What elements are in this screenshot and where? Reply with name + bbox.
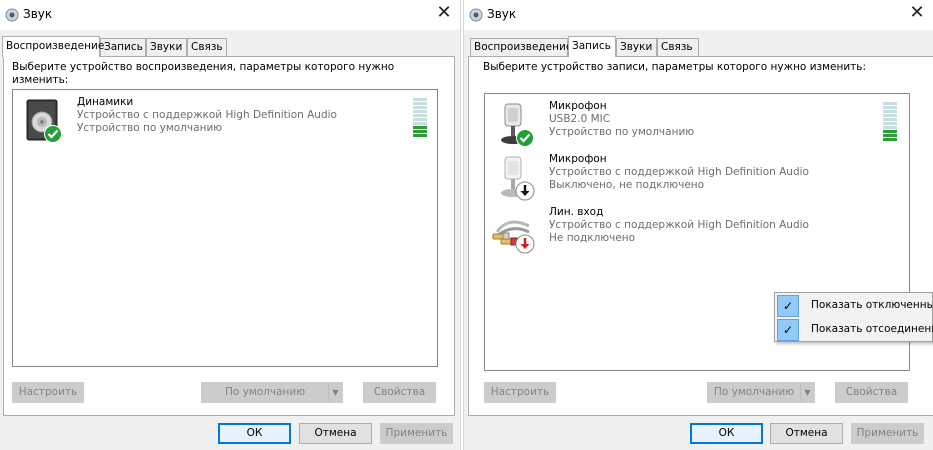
tab-playback[interactable]: Воспроизведение — [470, 38, 572, 56]
sound-dialog-recording: Звук ✕ Воспроизведение Запись Звуки Связ… — [463, 0, 933, 450]
tab-strip: Воспроизведение Запись Звуки Связь — [464, 30, 933, 57]
microphone-icon — [501, 103, 534, 147]
device-description: Устройство с поддержкой High Definition … — [549, 219, 809, 231]
ok-button[interactable]: ОК — [690, 423, 763, 444]
checkmark-icon: ✓ — [777, 319, 799, 341]
device-text: Микрофон Устройство с поддержкой High De… — [549, 153, 809, 192]
cancel-button[interactable]: Отмена — [770, 423, 843, 444]
menu-item-show-disabled[interactable]: ✓ Показать отключенны — [777, 295, 933, 317]
meter-segment — [413, 118, 427, 121]
tab-recording[interactable]: Запись — [100, 38, 146, 56]
line-in-cable-icon — [492, 220, 535, 254]
meter-segment — [883, 102, 897, 105]
menu-item-label: Показать отключенны — [811, 299, 933, 311]
meter-segment — [413, 114, 427, 117]
device-name: Микрофон — [549, 100, 607, 112]
configure-button[interactable]: Настроить — [12, 382, 84, 403]
device-status: Выключено, не подключено — [549, 179, 705, 191]
apply-button[interactable]: Применить — [380, 423, 453, 444]
meter-segment — [883, 130, 897, 133]
checkmark-icon: ✓ — [777, 295, 799, 317]
meter-segment — [413, 122, 427, 125]
properties-button[interactable]: Свойства — [835, 382, 908, 403]
instruction-text: Выберите устройство записи, параметры ко… — [483, 61, 867, 73]
sound-dialog-playback: Звук ✕ Воспроизведение Запись Звуки Связ… — [0, 0, 461, 450]
device-text: Микрофон USB2.0 MIC Устройство по умолча… — [549, 100, 694, 139]
meter-segment — [413, 126, 427, 129]
device-status: Не подключено — [549, 232, 636, 244]
instruction-text: Выберите устройство воспроизведения, пар… — [12, 61, 395, 86]
meter-segment — [883, 106, 897, 109]
close-icon[interactable]: ✕ — [431, 2, 457, 26]
meter-segment — [883, 114, 897, 117]
set-default-label: По умолчанию — [224, 386, 306, 398]
meter-segment — [883, 122, 897, 125]
speaker-icon — [26, 99, 62, 143]
device-name: Микрофон — [549, 153, 607, 165]
set-default-button[interactable]: По умолчанию ▼ — [707, 382, 815, 403]
device-text: Лин. вход Устройство с поддержкой High D… — [549, 206, 809, 245]
level-meter — [883, 102, 897, 142]
apply-button[interactable]: Применить — [851, 423, 924, 444]
meter-segment — [883, 110, 897, 113]
tab-communications[interactable]: Связь — [187, 38, 227, 56]
menu-item-show-disconnected[interactable]: ✓ Показать отсоединенн — [777, 319, 933, 341]
meter-segment — [413, 106, 427, 109]
device-description: USB2.0 MIC — [549, 113, 611, 125]
tab-panel: Выберите устройство записи, параметры ко… — [468, 56, 933, 416]
tab-playback[interactable]: Воспроизведение — [2, 36, 104, 57]
level-meter — [413, 98, 427, 138]
sound-app-icon — [469, 8, 483, 22]
device-description: Устройство с поддержкой High Definition … — [549, 166, 809, 178]
device-item-usb-mic[interactable]: Микрофон USB2.0 MIC Устройство по умолча… — [489, 100, 889, 150]
set-default-button[interactable]: По умолчанию ▼ — [201, 382, 343, 403]
tab-strip: Воспроизведение Запись Звуки Связь — [0, 30, 460, 57]
meter-segment — [883, 138, 897, 141]
device-status: Устройство по умолчанию — [77, 122, 223, 134]
meter-segment — [413, 134, 427, 137]
sound-app-icon — [5, 8, 19, 22]
set-default-label: По умолчанию — [713, 386, 795, 398]
device-item-line-in[interactable]: Лин. вход Устройство с поддержкой High D… — [489, 206, 889, 256]
device-list-context-menu: ✓ Показать отключенны ✓ Показать отсоеди… — [774, 292, 933, 342]
meter-segment — [883, 126, 897, 129]
meter-segment — [883, 134, 897, 137]
chevron-down-icon[interactable]: ▼ — [328, 383, 342, 402]
device-list[interactable]: Динамики Устройство с поддержкой High De… — [12, 89, 438, 367]
meter-segment — [413, 102, 427, 105]
menu-item-label: Показать отсоединенн — [811, 323, 933, 335]
tab-sounds[interactable]: Звуки — [616, 38, 657, 56]
window-title: Звук — [23, 7, 53, 21]
meter-segment — [413, 98, 427, 101]
device-status: Устройство по умолчанию — [549, 126, 695, 138]
title-bar[interactable]: Звук ✕ — [464, 0, 933, 30]
tab-recording[interactable]: Запись — [568, 36, 616, 57]
tab-sounds[interactable]: Звуки — [146, 38, 187, 56]
ok-button[interactable]: ОК — [218, 423, 291, 444]
device-description: Устройство с поддержкой High Definition … — [77, 109, 337, 121]
device-text: Динамики Устройство с поддержкой High De… — [77, 96, 337, 135]
meter-segment — [413, 130, 427, 133]
title-bar[interactable]: Звук ✕ — [0, 0, 460, 30]
configure-button[interactable]: Настроить — [484, 382, 556, 403]
tab-panel: Выберите устройство воспроизведения, пар… — [3, 56, 455, 416]
tab-communications[interactable]: Связь — [657, 38, 699, 56]
cancel-button[interactable]: Отмена — [299, 423, 372, 444]
device-item-speakers[interactable]: Динамики Устройство с поддержкой High De… — [17, 96, 417, 146]
device-name: Лин. вход — [549, 206, 604, 218]
window-title: Звук — [487, 7, 517, 21]
close-icon[interactable]: ✕ — [904, 2, 930, 26]
meter-segment — [883, 118, 897, 121]
microphone-icon — [501, 156, 535, 201]
device-item-hd-mic[interactable]: Микрофон Устройство с поддержкой High De… — [489, 153, 889, 203]
chevron-down-icon[interactable]: ▼ — [800, 383, 814, 402]
properties-button[interactable]: Свойства — [363, 382, 436, 403]
meter-segment — [413, 110, 427, 113]
device-name: Динамики — [77, 96, 134, 108]
